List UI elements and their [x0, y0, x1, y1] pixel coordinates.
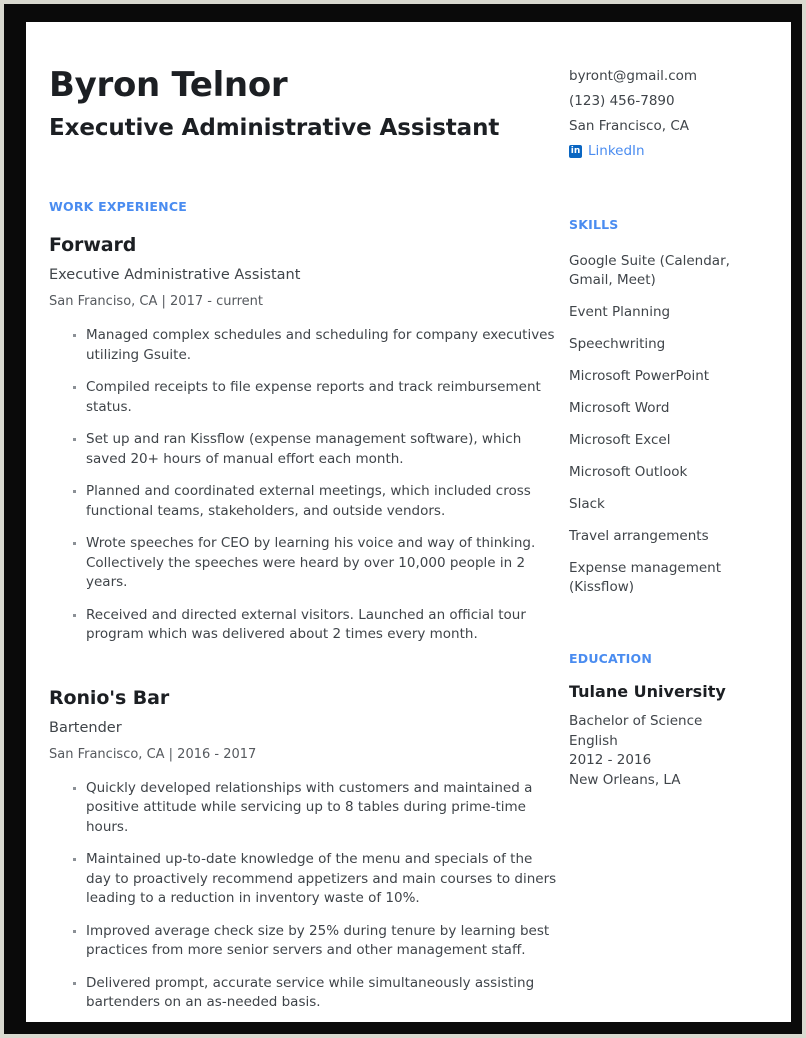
skill-item: Slack — [569, 496, 605, 512]
skill-item: Travel arrangements — [569, 528, 709, 544]
job-location-dates: San Francisco, CA | 2016 - 2017 — [49, 746, 257, 762]
contact-phone[interactable]: (123) 456-7890 — [569, 89, 769, 114]
section-heading-work-experience: WORK EXPERIENCE — [49, 199, 187, 215]
skills-list: Google Suite (Calendar, Gmail, Meet) Eve… — [569, 232, 769, 597]
skill-item: Google Suite (Calendar, Gmail, Meet) — [569, 253, 730, 288]
contact-linkedin-label: LinkedIn — [588, 143, 645, 159]
document-frame-outer: Byron Telnor Executive Administrative As… — [0, 0, 806, 1038]
skill-item: Expense management (Kissflow) — [569, 560, 722, 595]
job-title: Executive Administrative Assistant — [49, 267, 301, 284]
education-degree: Bachelor of Science — [569, 713, 703, 729]
resume-page: Byron Telnor Executive Administrative As… — [26, 22, 791, 1022]
resume-content: Byron Telnor Executive Administrative As… — [26, 22, 791, 1022]
education-details: Bachelor of Science English 2012 - 2016 … — [569, 701, 769, 790]
education-school: Tulane University — [569, 682, 726, 701]
job-bullet: Received and directed external visitors.… — [49, 606, 559, 645]
job-bullet: Improved average check size by 25% durin… — [49, 922, 559, 961]
contact-email[interactable]: byront@gmail.com — [569, 64, 769, 89]
skill-item: Microsoft Outlook — [569, 464, 688, 480]
job-bullet: Managed complex schedules and scheduling… — [49, 326, 559, 365]
job-entry: Forward Executive Administrative Assista… — [49, 214, 559, 645]
education-years: 2012 - 2016 — [569, 752, 652, 768]
job-company: Ronio's Bar — [49, 686, 170, 709]
skill-item: Microsoft PowerPoint — [569, 368, 710, 384]
candidate-headline: Executive Administrative Assistant — [49, 115, 500, 141]
skill-item: Microsoft Excel — [569, 432, 671, 448]
job-bullet: Maintained up-to-date knowledge of the m… — [49, 850, 559, 909]
side-column: byront@gmail.com (123) 456-7890 San Fran… — [569, 22, 769, 790]
section-heading-skills: SKILLS — [569, 217, 619, 232]
job-bullet-list: Quickly developed relationships with cus… — [49, 762, 559, 1013]
skill-item: Speechwriting — [569, 336, 666, 352]
job-company: Forward — [49, 234, 137, 257]
job-bullet: Delivered prompt, accurate service while… — [49, 974, 559, 1013]
job-bullet: Wrote speeches for CEO by learning his v… — [49, 534, 559, 593]
education-location: New Orleans, LA — [569, 771, 681, 788]
job-bullet: Set up and ran Kissflow (expense managem… — [49, 430, 559, 469]
job-location-dates: San Franciso, CA | 2017 - current — [49, 294, 263, 310]
job-bullet-list: Managed complex schedules and scheduling… — [49, 309, 559, 645]
job-entry: Ronio's Bar Bartender San Francisco, CA … — [49, 645, 559, 1013]
contact-linkedin-link[interactable]: LinkedIn — [569, 139, 769, 164]
skill-item: Microsoft Word — [569, 400, 670, 416]
candidate-name: Byron Telnor — [49, 65, 288, 105]
document-frame-border: Byron Telnor Executive Administrative As… — [4, 4, 802, 1034]
skill-item: Event Planning — [569, 304, 671, 320]
education-entry: Tulane University Bachelor of Science En… — [569, 666, 769, 790]
contact-location: San Francisco, CA — [569, 118, 689, 134]
job-bullet: Compiled receipts to file expense report… — [49, 378, 559, 417]
main-column: Byron Telnor Executive Administrative As… — [49, 22, 559, 1013]
job-title: Bartender — [49, 719, 122, 736]
job-bullet: Planned and coordinated external meeting… — [49, 482, 559, 521]
contact-block: byront@gmail.com (123) 456-7890 San Fran… — [569, 22, 769, 164]
job-bullet: Quickly developed relationships with cus… — [49, 779, 559, 838]
linkedin-icon — [569, 144, 582, 158]
education-field: English — [569, 732, 618, 749]
section-heading-education: EDUCATION — [569, 651, 653, 666]
